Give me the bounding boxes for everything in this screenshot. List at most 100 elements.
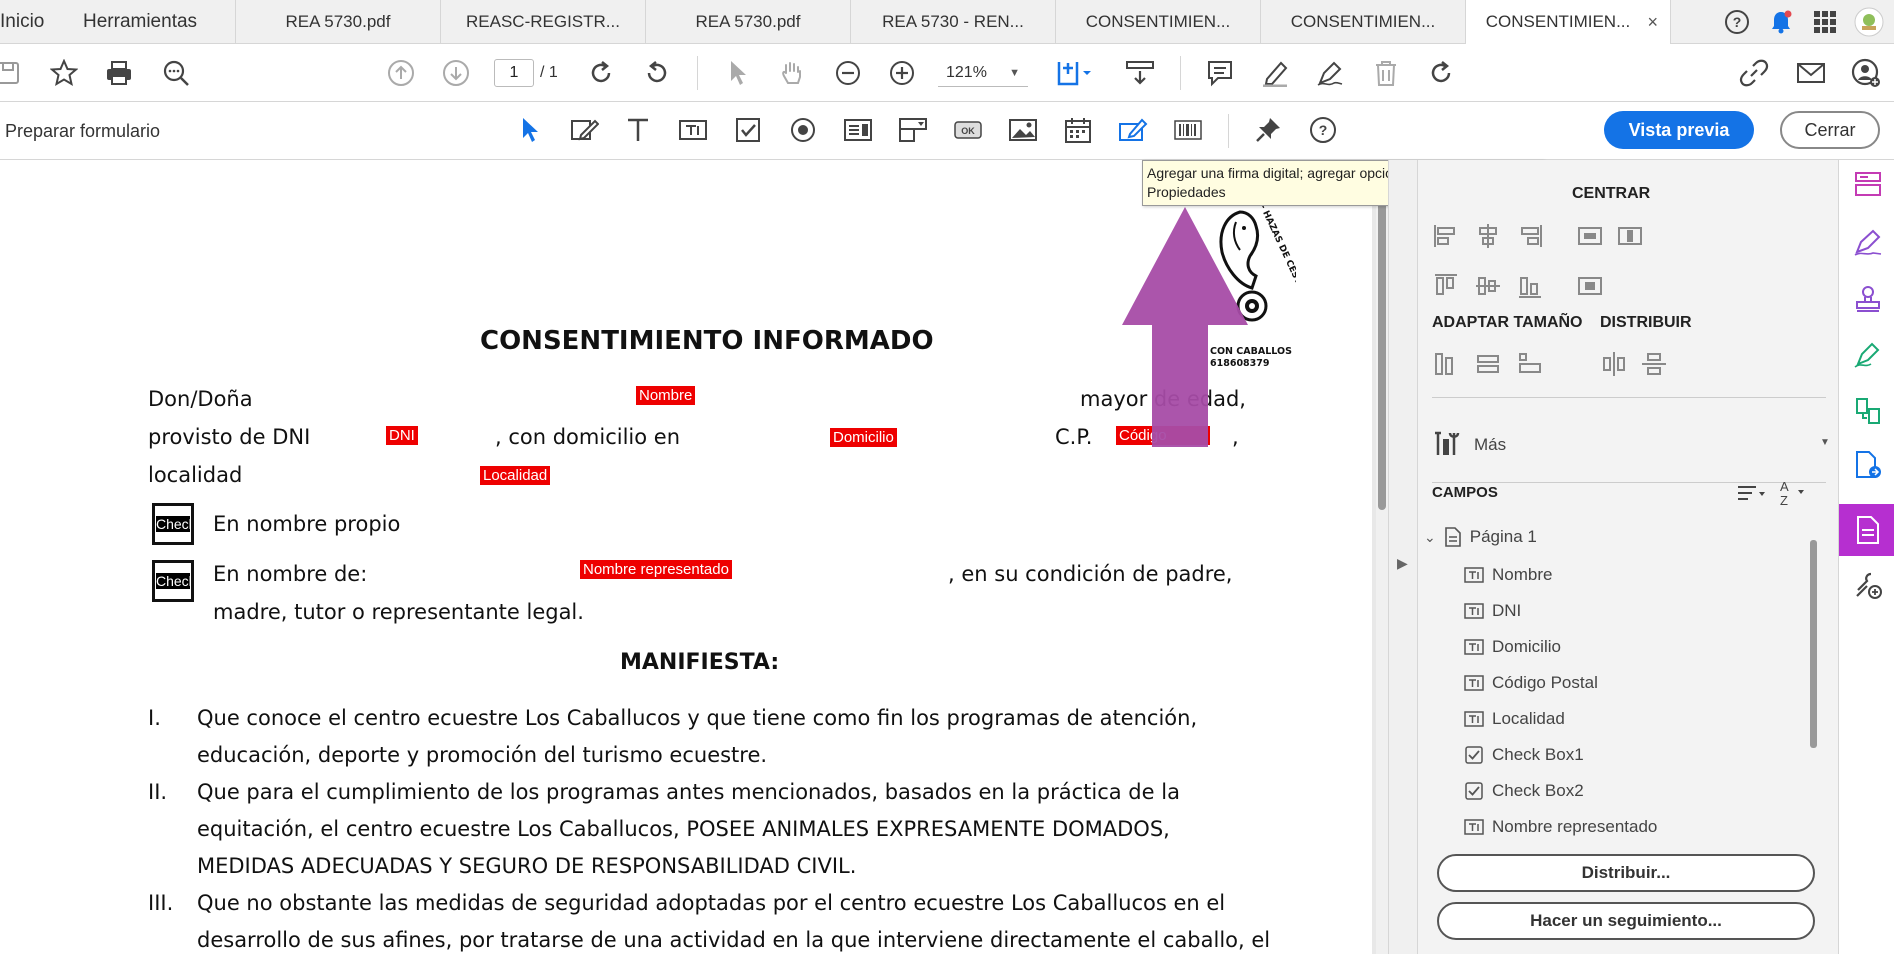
match-height-icon[interactable] bbox=[1474, 350, 1502, 378]
dropdown-field-icon[interactable] bbox=[897, 114, 929, 146]
tree-page-node[interactable]: ⌄ Página 1 bbox=[1424, 527, 1537, 547]
hand-tool-icon[interactable] bbox=[776, 57, 808, 89]
align-left-icon[interactable] bbox=[1432, 222, 1460, 250]
field-list-item[interactable]: Check Box2 bbox=[1464, 776, 1584, 806]
field-list-item[interactable]: Nombre representado bbox=[1464, 812, 1657, 842]
distribute-vertical-icon[interactable] bbox=[1640, 350, 1668, 378]
zoom-level-select[interactable]: 121% ▼ bbox=[938, 59, 1028, 87]
delete-trash-icon[interactable] bbox=[1370, 57, 1402, 89]
sort-alpha-icon[interactable]: AZ bbox=[1778, 478, 1808, 508]
doc-tab[interactable]: CONSENTIMIEN... bbox=[1261, 0, 1466, 44]
more-options-row[interactable]: Más ▼ bbox=[1432, 425, 1832, 465]
bookmark-star-icon[interactable] bbox=[48, 57, 80, 89]
zoom-out-icon[interactable] bbox=[832, 57, 864, 89]
field-list-item[interactable]: Localidad bbox=[1464, 704, 1565, 734]
next-page-icon[interactable] bbox=[440, 57, 472, 89]
apps-grid-icon[interactable] bbox=[1810, 7, 1840, 37]
scroll-mode-icon[interactable] bbox=[1124, 57, 1156, 89]
export-pdf-icon[interactable] bbox=[1853, 450, 1883, 480]
preview-button[interactable]: Vista previa bbox=[1604, 111, 1754, 149]
organize-pages-icon[interactable] bbox=[1853, 170, 1883, 200]
chevron-right-icon[interactable]: ▶ bbox=[1397, 555, 1408, 572]
certificates-pen-icon[interactable] bbox=[1853, 340, 1883, 370]
align-middle-icon[interactable] bbox=[1474, 272, 1502, 300]
text-tool-icon[interactable] bbox=[622, 114, 654, 146]
share-link-icon[interactable] bbox=[1738, 57, 1770, 89]
center-horizontal-icon[interactable] bbox=[1576, 222, 1604, 250]
highlight-pen-icon[interactable] bbox=[1259, 57, 1291, 89]
notifications-bell-icon[interactable] bbox=[1766, 7, 1796, 37]
doc-tab[interactable]: REA 5730.pdf bbox=[646, 0, 851, 44]
image-field-icon[interactable] bbox=[1007, 114, 1039, 146]
select-cursor-icon[interactable] bbox=[722, 57, 754, 89]
add-user-icon[interactable] bbox=[1850, 57, 1882, 89]
customize-tools-icon[interactable] bbox=[1853, 570, 1883, 600]
search-zoom-icon[interactable] bbox=[160, 57, 192, 89]
print-icon[interactable] bbox=[103, 57, 135, 89]
tab-home[interactable]: Inicio bbox=[0, 0, 64, 44]
page-display-icon[interactable] bbox=[1052, 57, 1098, 89]
center-vertical-icon[interactable] bbox=[1616, 222, 1644, 250]
sign-pen-icon[interactable] bbox=[1314, 57, 1346, 89]
field-list-item[interactable]: DNI bbox=[1464, 596, 1521, 626]
list-box-icon[interactable] bbox=[842, 114, 874, 146]
help-icon[interactable]: ? bbox=[1722, 7, 1752, 37]
check-box-1[interactable]: Checl bbox=[152, 503, 194, 545]
edit-form-icon[interactable] bbox=[568, 114, 600, 146]
field-nombre-representado[interactable]: Nombre representado bbox=[580, 560, 732, 579]
previous-page-icon[interactable] bbox=[385, 57, 417, 89]
close-tab-icon[interactable]: × bbox=[1647, 12, 1658, 33]
field-list-item[interactable]: Domicilio bbox=[1464, 632, 1561, 662]
compare-files-icon[interactable] bbox=[1853, 396, 1883, 426]
field-list-item[interactable]: Check Box1 bbox=[1464, 740, 1584, 770]
page-number-input[interactable]: 1 bbox=[494, 59, 534, 87]
zoom-in-icon[interactable] bbox=[886, 57, 918, 89]
align-right-icon[interactable] bbox=[1516, 222, 1544, 250]
center-both-icon[interactable] bbox=[1576, 272, 1604, 300]
pin-icon[interactable] bbox=[1252, 114, 1284, 146]
redo-icon[interactable] bbox=[1425, 57, 1457, 89]
field-localidad[interactable]: Localidad bbox=[480, 466, 551, 485]
prepare-form-icon[interactable] bbox=[1853, 515, 1883, 545]
date-field-icon[interactable] bbox=[1062, 114, 1094, 146]
panel-collapse-strip[interactable]: ▶ bbox=[1388, 160, 1418, 954]
email-envelope-icon[interactable] bbox=[1795, 57, 1827, 89]
check-box-2[interactable]: Checl bbox=[152, 560, 194, 602]
barcode-field-icon[interactable] bbox=[1172, 114, 1204, 146]
distribute-horizontal-icon[interactable] bbox=[1600, 350, 1628, 378]
field-domicilio[interactable]: Domicilio bbox=[830, 428, 897, 447]
field-list-scrollbar[interactable] bbox=[1810, 540, 1817, 748]
align-center-horizontal-icon[interactable] bbox=[1474, 222, 1502, 250]
field-list-item[interactable]: Código Postal bbox=[1464, 668, 1598, 698]
fill-sign-icon[interactable] bbox=[1853, 228, 1883, 258]
doc-tab[interactable]: REA 5730.pdf bbox=[236, 0, 441, 44]
sort-list-icon[interactable] bbox=[1736, 482, 1768, 506]
field-list-item[interactable]: Nombre bbox=[1464, 560, 1552, 590]
match-both-icon[interactable] bbox=[1516, 350, 1544, 378]
tab-tools[interactable]: Herramientas bbox=[64, 0, 236, 44]
comment-icon[interactable] bbox=[1204, 57, 1236, 89]
doc-tab[interactable]: REASC-REGISTR... bbox=[441, 0, 646, 44]
save-icon[interactable] bbox=[0, 57, 24, 89]
rotate-clockwise-icon[interactable] bbox=[585, 57, 617, 89]
doc-tab[interactable]: CONSENTIMIEN... bbox=[1056, 0, 1261, 44]
close-button[interactable]: Cerrar bbox=[1780, 111, 1880, 149]
checkbox-field-icon[interactable] bbox=[732, 114, 764, 146]
document-scrollbar[interactable] bbox=[1378, 170, 1386, 510]
align-bottom-icon[interactable] bbox=[1516, 272, 1544, 300]
align-top-icon[interactable] bbox=[1432, 272, 1460, 300]
rotate-counterclockwise-icon[interactable] bbox=[641, 57, 673, 89]
chevron-down-icon[interactable]: ⌄ bbox=[1424, 529, 1436, 546]
help-icon[interactable]: ? bbox=[1307, 114, 1339, 146]
track-button[interactable]: Hacer un seguimiento... bbox=[1437, 902, 1815, 940]
match-width-icon[interactable] bbox=[1432, 350, 1460, 378]
radio-button-icon[interactable] bbox=[787, 114, 819, 146]
stamp-icon[interactable] bbox=[1853, 284, 1883, 314]
distribute-button[interactable]: Distribuir... bbox=[1437, 854, 1815, 892]
user-avatar[interactable] bbox=[1854, 7, 1884, 37]
doc-tab-active[interactable]: CONSENTIMIEN... × bbox=[1466, 0, 1671, 44]
doc-tab[interactable]: REA 5730 - REN... bbox=[851, 0, 1056, 44]
text-field-icon[interactable] bbox=[677, 114, 709, 146]
field-dni[interactable]: DNI bbox=[386, 426, 418, 445]
select-object-icon[interactable] bbox=[514, 114, 546, 146]
